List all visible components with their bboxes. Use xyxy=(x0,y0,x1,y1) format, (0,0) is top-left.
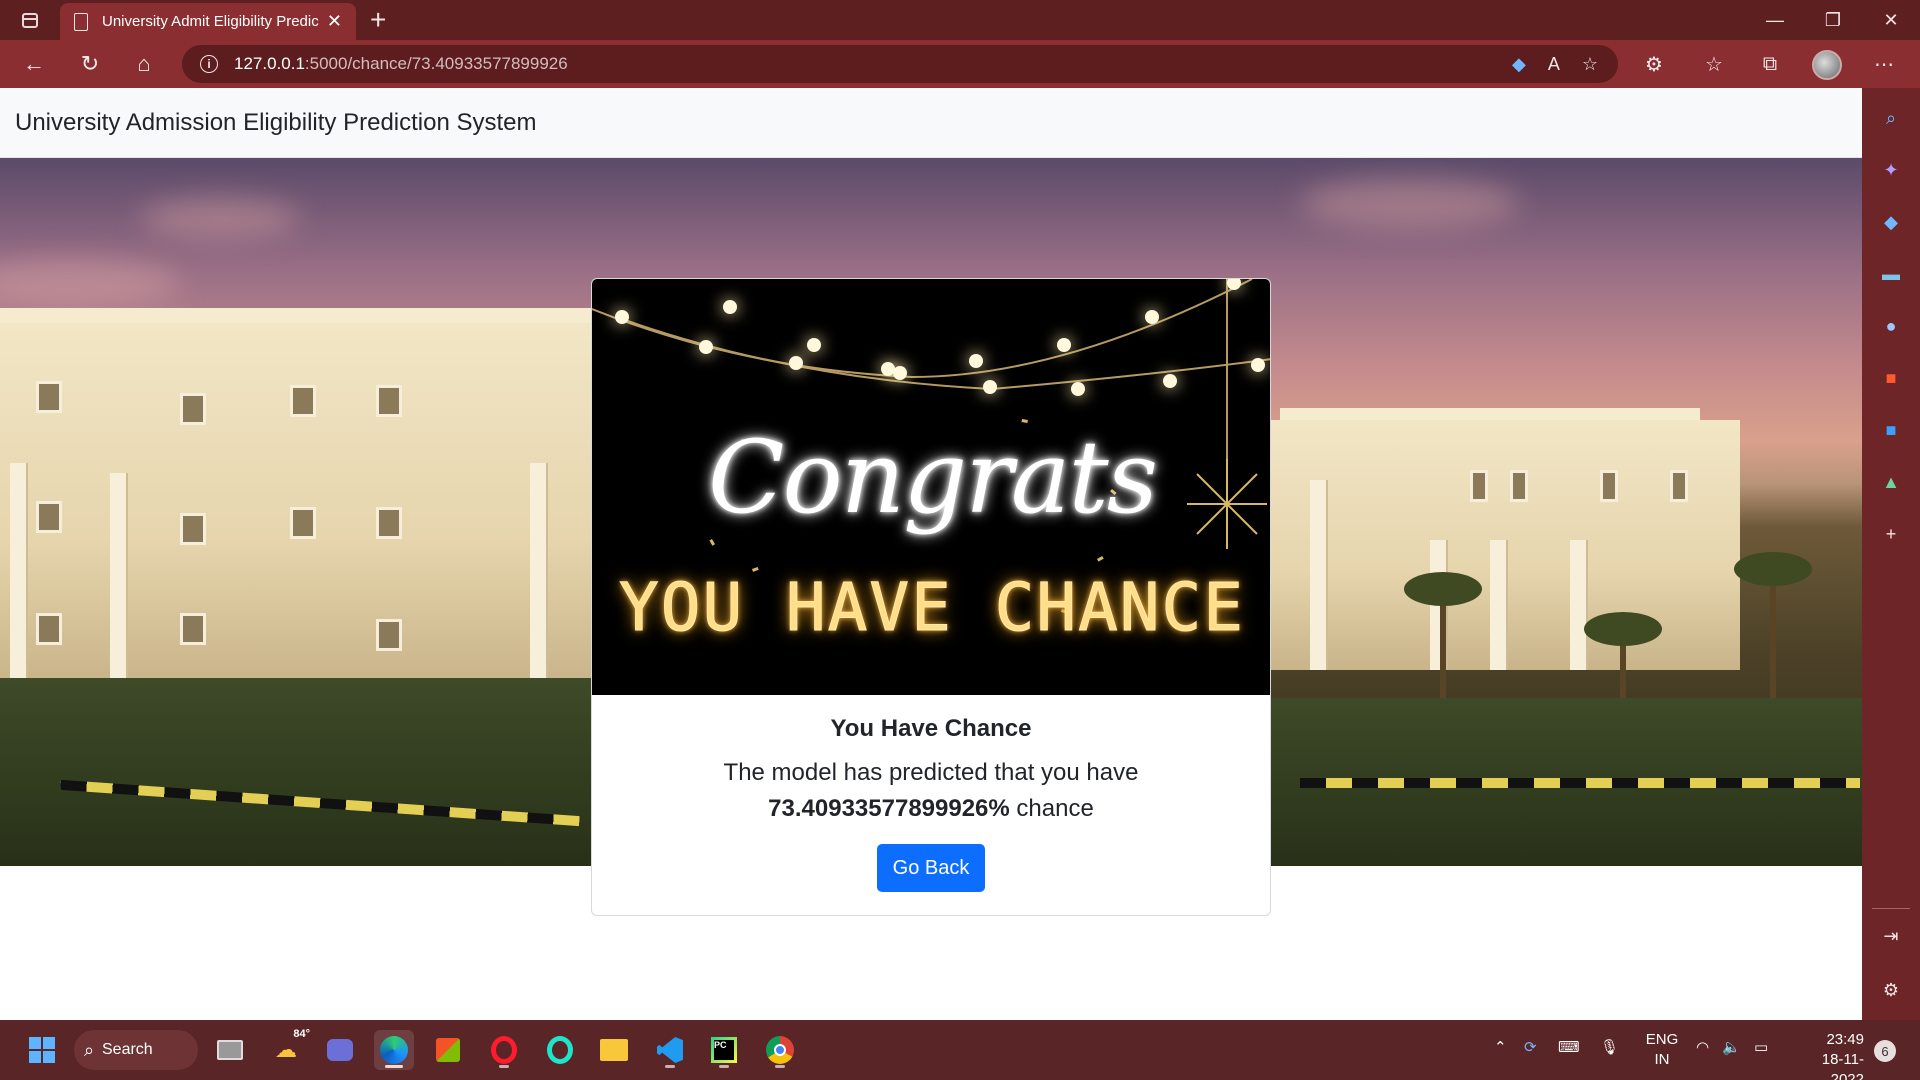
coupon-tag-icon[interactable]: ◆ xyxy=(1512,54,1526,75)
result-text: The model has predicted that you have 73… xyxy=(592,755,1270,827)
tab-title: University Admit Eligibility Predic xyxy=(102,13,319,30)
clock-time: 23:49 xyxy=(1826,1031,1864,1048)
congrats-banner: Congrats YOU HAVE CHANCE xyxy=(592,279,1270,695)
settings-icon[interactable]: ⚙ xyxy=(1879,978,1903,1002)
go-back-button[interactable]: Go Back xyxy=(876,844,986,892)
address-bar[interactable]: i 127.0.0.1:5000/chance/73.4093357789992… xyxy=(182,45,1618,83)
new-tab-button[interactable]: + xyxy=(370,4,386,36)
games-icon[interactable]: ● xyxy=(1879,314,1903,338)
taskbar-search-label: Search xyxy=(102,1041,153,1058)
tools-icon[interactable]: ▬ xyxy=(1879,262,1903,286)
edge-taskbar-icon[interactable] xyxy=(374,1030,414,1070)
taskbar-search[interactable]: ⌕ Search xyxy=(74,1030,198,1070)
url-path: :5000/chance/73.40933577899926 xyxy=(304,54,568,73)
collections-icon[interactable]: ⧉ xyxy=(1752,46,1788,82)
edge-sidebar: ⌕ ✦ ◆ ▬ ● ■ ■ ▲ + ⇥ ⚙ xyxy=(1862,88,1920,1020)
back-icon[interactable]: ← xyxy=(16,46,52,82)
url-host: 127.0.0.1 xyxy=(234,54,305,73)
web-viewport: University Admission Eligibility Predict… xyxy=(0,88,1862,1020)
discover-icon[interactable]: ✦ xyxy=(1879,158,1903,182)
clock[interactable]: 23:49 18-11-2022 xyxy=(1790,1030,1864,1080)
browser-toolbar: ← ↻ ⌂ i 127.0.0.1:5000/chance/73.4093357… xyxy=(0,40,1920,88)
result-suffix: chance xyxy=(1009,795,1094,822)
site-brand[interactable]: University Admission Eligibility Predict… xyxy=(15,109,537,137)
weather-icon[interactable]: ☁ 84° xyxy=(266,1028,310,1070)
banner-congrats-text: Congrats xyxy=(707,419,1158,536)
language-line1: ENG xyxy=(1645,1031,1679,1048)
add-favorite-icon[interactable]: ☆ xyxy=(1582,54,1598,75)
search-icon[interactable]: ⌕ xyxy=(1879,106,1903,130)
weather-temp: 84° xyxy=(293,1028,310,1040)
volume-icon[interactable]: 🔈 xyxy=(1722,1038,1741,1058)
notification-badge[interactable]: 6 xyxy=(1874,1040,1896,1062)
microphone-icon[interactable]: 🎙 xyxy=(1600,1038,1619,1058)
file-explorer-icon[interactable] xyxy=(594,1030,634,1070)
site-navbar: University Admission Eligibility Predict… xyxy=(0,88,1862,158)
sidebar-divider xyxy=(1872,908,1910,909)
card-body: You Have Chance The model has predicted … xyxy=(592,695,1270,892)
language-line2: IN xyxy=(1654,1051,1670,1068)
hide-sidebar-icon[interactable]: ⇥ xyxy=(1879,924,1903,948)
clock-date: 18-11-2022 xyxy=(1821,1051,1864,1080)
vscode-icon[interactable] xyxy=(650,1030,690,1070)
home-icon[interactable]: ⌂ xyxy=(126,46,162,82)
profile-avatar[interactable] xyxy=(1812,50,1842,80)
site-info-icon[interactable]: i xyxy=(200,55,218,73)
extensions-icon[interactable]: ⚙ xyxy=(1636,46,1672,82)
browser-tab-active[interactable]: University Admit Eligibility Predic ✕ xyxy=(60,3,356,40)
minimize-icon[interactable]: — xyxy=(1746,0,1804,40)
language-indicator[interactable]: ENG IN xyxy=(1644,1030,1680,1070)
pycharm-icon[interactable]: PC xyxy=(704,1030,744,1070)
start-icon[interactable] xyxy=(22,1030,62,1070)
banner-chance-text: YOU HAVE CHANCE xyxy=(618,569,1246,647)
tab-close-icon[interactable]: ✕ xyxy=(327,11,342,32)
browser-titlebar: University Admit Eligibility Predic ✕ + … xyxy=(0,0,1920,40)
chrome-icon[interactable] xyxy=(760,1030,800,1070)
windows-taskbar: ⌕ Search ☁ 84° PC ⌃ ⟳ ⌨ 🎙 ENG IN ◠ 🔈 ▭ 2… xyxy=(0,1020,1920,1080)
office-icon[interactable]: ■ xyxy=(1879,366,1903,390)
window-close-icon[interactable]: ✕ xyxy=(1862,0,1920,40)
more-menu-icon[interactable]: ⋯ xyxy=(1866,46,1902,82)
card-title: You Have Chance xyxy=(830,715,1032,742)
opera-icon[interactable] xyxy=(484,1030,524,1070)
sync-icon[interactable]: ⟳ xyxy=(1524,1038,1537,1058)
battery-icon[interactable]: ▭ xyxy=(1754,1038,1768,1058)
tab-actions-icon[interactable] xyxy=(16,8,44,32)
wifi-icon[interactable]: ◠ xyxy=(1696,1038,1709,1058)
keyboard-icon[interactable]: ⌨ xyxy=(1558,1038,1580,1058)
result-prefix: The model has predicted that you have xyxy=(723,759,1139,786)
outlook-icon[interactable]: ■ xyxy=(1879,418,1903,442)
read-aloud-icon[interactable]: A xyxy=(1548,54,1560,75)
result-percentage: 73.40933577899926% xyxy=(768,795,1010,822)
tray-overflow-icon[interactable]: ⌃ xyxy=(1494,1038,1507,1058)
favorites-icon[interactable]: ☆ xyxy=(1696,46,1732,82)
store-icon[interactable] xyxy=(428,1030,468,1070)
page-icon xyxy=(74,12,88,31)
opera-gx-icon[interactable] xyxy=(540,1030,580,1070)
teams-chat-icon[interactable] xyxy=(320,1030,360,1070)
task-view-icon[interactable] xyxy=(210,1030,250,1070)
shopping-icon[interactable]: ◆ xyxy=(1879,210,1903,234)
tree-icon[interactable]: ▲ xyxy=(1879,470,1903,494)
refresh-icon[interactable]: ↻ xyxy=(72,46,108,82)
add-sidebar-icon[interactable]: + xyxy=(1879,522,1903,546)
restore-icon[interactable]: ❐ xyxy=(1804,0,1862,40)
result-card: Congrats YOU HAVE CHANCE You Have Chance… xyxy=(591,278,1271,916)
search-icon: ⌕ xyxy=(84,1039,95,1060)
